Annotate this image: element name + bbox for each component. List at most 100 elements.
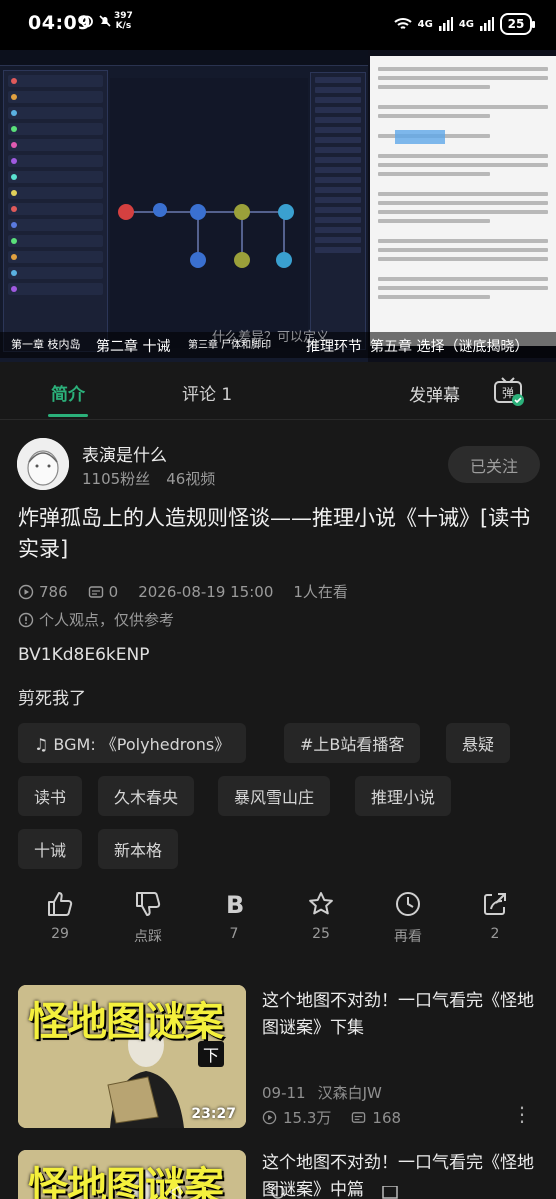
send-danmaku-button[interactable]: 发弹幕 [409, 381, 460, 406]
wifi-icon [393, 18, 412, 29]
watch-later-label: 再看 [394, 929, 422, 945]
follow-button[interactable]: 已关注 [448, 446, 540, 483]
svg-text:B: B [226, 891, 244, 918]
network-type-2: 4G [458, 18, 474, 30]
tag[interactable]: 十诫 [18, 829, 83, 869]
signal-icon-2 [480, 17, 494, 31]
video-player[interactable]: 什么差异？可以定义 第一章 枝内岛 第二章 十诫 第三章 尸体和脚印 推理环节 … [0, 50, 556, 362]
chapter-label[interactable]: 第一章 枝内岛 [11, 336, 81, 352]
video-frame-text-selection [395, 130, 445, 144]
uploader-avatar[interactable] [17, 438, 69, 490]
signal-icon-1 [438, 17, 453, 31]
danmaku-count-icon [88, 585, 103, 598]
danmaku-count-icon [352, 1112, 366, 1123]
star-icon [309, 892, 333, 915]
chapter-label[interactable]: 第五章 选择（谜底揭晓） [370, 336, 528, 356]
status-right-icons: 4G 4G 25 [393, 13, 535, 35]
share-button[interactable]: 2 [465, 890, 525, 942]
mute-icon [99, 15, 111, 27]
notice-text: 个人观点，仅供参考 [39, 611, 175, 629]
tag[interactable]: 新本格 [98, 829, 179, 869]
uploader-name[interactable]: 表演是什么 [82, 441, 167, 466]
info-icon [18, 612, 34, 627]
video-duration: 23:27 [191, 1106, 236, 1122]
opinion-notice: 个人观点，仅供参考 [18, 609, 174, 630]
dislike-label: 点踩 [134, 929, 162, 945]
tag[interactable]: 暴风雪山庄 [218, 776, 331, 816]
video-description: 剪死我了 [18, 689, 86, 709]
related-video-views: 15.3万 [283, 1109, 332, 1127]
battery-level: 25 [507, 17, 525, 31]
avatar-image [17, 438, 69, 490]
tab-intro[interactable]: 简介 [51, 380, 85, 405]
related-video-stats: 15.3万 168 [262, 1107, 401, 1128]
danmaku-toggle-label: 弹 [502, 386, 514, 400]
tag[interactable]: 读书 [18, 776, 83, 816]
video-frame-document [370, 56, 556, 346]
favorite-button[interactable]: 25 [291, 890, 351, 942]
system-navigation-bar [168, 1186, 398, 1199]
share-icon [484, 893, 506, 915]
tag[interactable]: 久木春央 [98, 776, 195, 816]
video-frame-app [0, 50, 368, 362]
battery-icon: 25 [500, 13, 535, 35]
network-speed-value: 397 [114, 11, 133, 21]
network-speed-unit: K/s [115, 21, 132, 31]
play-count-icon [18, 584, 34, 599]
chapter-label[interactable]: 推理环节 [306, 336, 362, 356]
network-type-1: 4G [417, 18, 433, 30]
play-count-icon [262, 1110, 277, 1125]
danmaku-count: 0 [108, 582, 119, 601]
tab-comments[interactable]: 评论 1 [182, 380, 232, 405]
related-video-thumbnail[interactable]: 怪地图谜案 下 23:27 [18, 985, 246, 1128]
bvid[interactable]: BV1Kd8E6kENP [18, 645, 149, 665]
coin-icon: B [226, 891, 244, 918]
tab-active-indicator [48, 414, 88, 417]
alarm-icon [81, 15, 93, 28]
watch-later-button[interactable]: 再看 [378, 890, 438, 946]
thumbnail-badge: 下 [198, 1041, 224, 1067]
watching-count: 1人在看 [293, 583, 348, 601]
publish-date: 2026-08-19 15:00 [138, 582, 274, 601]
view-count: 786 [39, 582, 68, 601]
related-video-date: 09-11 [262, 1083, 306, 1102]
uploader-stats: 1105粉丝 46视频 [82, 468, 215, 489]
related-video-meta: 09-11 汉森白JW [262, 1082, 382, 1103]
video-meta: 786 0 2026-08-19 15:00 1人在看 [18, 581, 348, 602]
node-graph-illustration [118, 203, 294, 268]
like-count: 29 [51, 926, 69, 942]
video-frame-right-panel [310, 72, 366, 350]
uploader-video-count: 46视频 [166, 470, 216, 488]
status-bar: 04:09 397 K/s 4G 4G 25 [0, 0, 556, 50]
coin-button[interactable]: B 7 [204, 890, 264, 942]
thumbs-down-icon [136, 892, 161, 916]
danmaku-toggle-button[interactable]: 弹 [493, 376, 525, 406]
tag-bgm[interactable]: ♫ BGM: 《Polyhedrons》 [18, 723, 247, 763]
like-button[interactable]: 29 [30, 890, 90, 942]
chapter-label[interactable]: 第二章 十诫 [96, 336, 170, 356]
tag[interactable]: 推理小说 [355, 776, 452, 816]
thumbnail-title: 怪地图谜案 [28, 998, 224, 1045]
thumbs-up-icon [48, 892, 73, 916]
clock-icon [396, 892, 420, 916]
dislike-button[interactable]: 点踩 [118, 890, 178, 946]
related-video-author[interactable]: 汉森白JW [318, 1082, 382, 1103]
detail-tabs: 简介 评论 1 发弹幕 弹 [0, 362, 556, 420]
video-title: 炸弹孤岛上的人造规则怪谈——推理小说《十诫》[读书实录] [18, 506, 531, 561]
network-speed: 397 K/s [114, 11, 133, 31]
more-options-icon[interactable]: ⋮ [512, 1102, 532, 1126]
video-frame-node-graph [110, 78, 308, 348]
video-frame-toolbar [0, 50, 368, 66]
tag[interactable]: 悬疑 [446, 723, 511, 763]
uploader-followers: 1105粉丝 [82, 470, 151, 488]
video-frame-side-panel [3, 70, 108, 352]
danmaku-toggle-icon: 弹 [494, 377, 524, 406]
favorite-count: 25 [312, 926, 330, 942]
coin-count: 7 [229, 926, 239, 942]
related-video-danmaku: 168 [372, 1108, 402, 1127]
related-video-title[interactable]: 这个地图不对劲！一口气看完《怪地图谜案》下集 [262, 988, 537, 1042]
chapter-label[interactable]: 第三章 尸体和脚印 [188, 336, 271, 351]
tag[interactable]: #上B站看播客 [284, 723, 421, 763]
status-notification-icons [80, 14, 112, 28]
share-count: 2 [490, 926, 500, 942]
